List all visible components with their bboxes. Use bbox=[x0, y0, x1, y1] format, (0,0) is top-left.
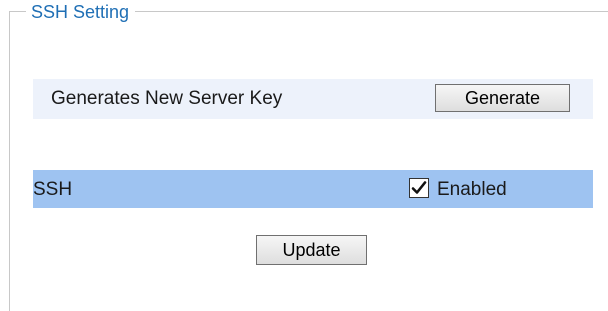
ssh-setting-legend: SSH Setting bbox=[26, 2, 136, 22]
ssh-enabled-label[interactable]: Enabled bbox=[437, 179, 507, 201]
server-key-row: Generates New Server Key Generate bbox=[33, 79, 593, 119]
ssh-row: SSH Enabled bbox=[33, 170, 593, 208]
generate-button[interactable]: Generate bbox=[435, 84, 570, 112]
ssh-enabled-checkbox[interactable] bbox=[409, 178, 429, 198]
check-icon bbox=[411, 181, 427, 194]
ssh-label: SSH bbox=[33, 179, 73, 200]
server-key-label: Generates New Server Key bbox=[51, 88, 283, 109]
update-button[interactable]: Update bbox=[256, 235, 367, 265]
ssh-setting-fieldset bbox=[9, 11, 608, 311]
